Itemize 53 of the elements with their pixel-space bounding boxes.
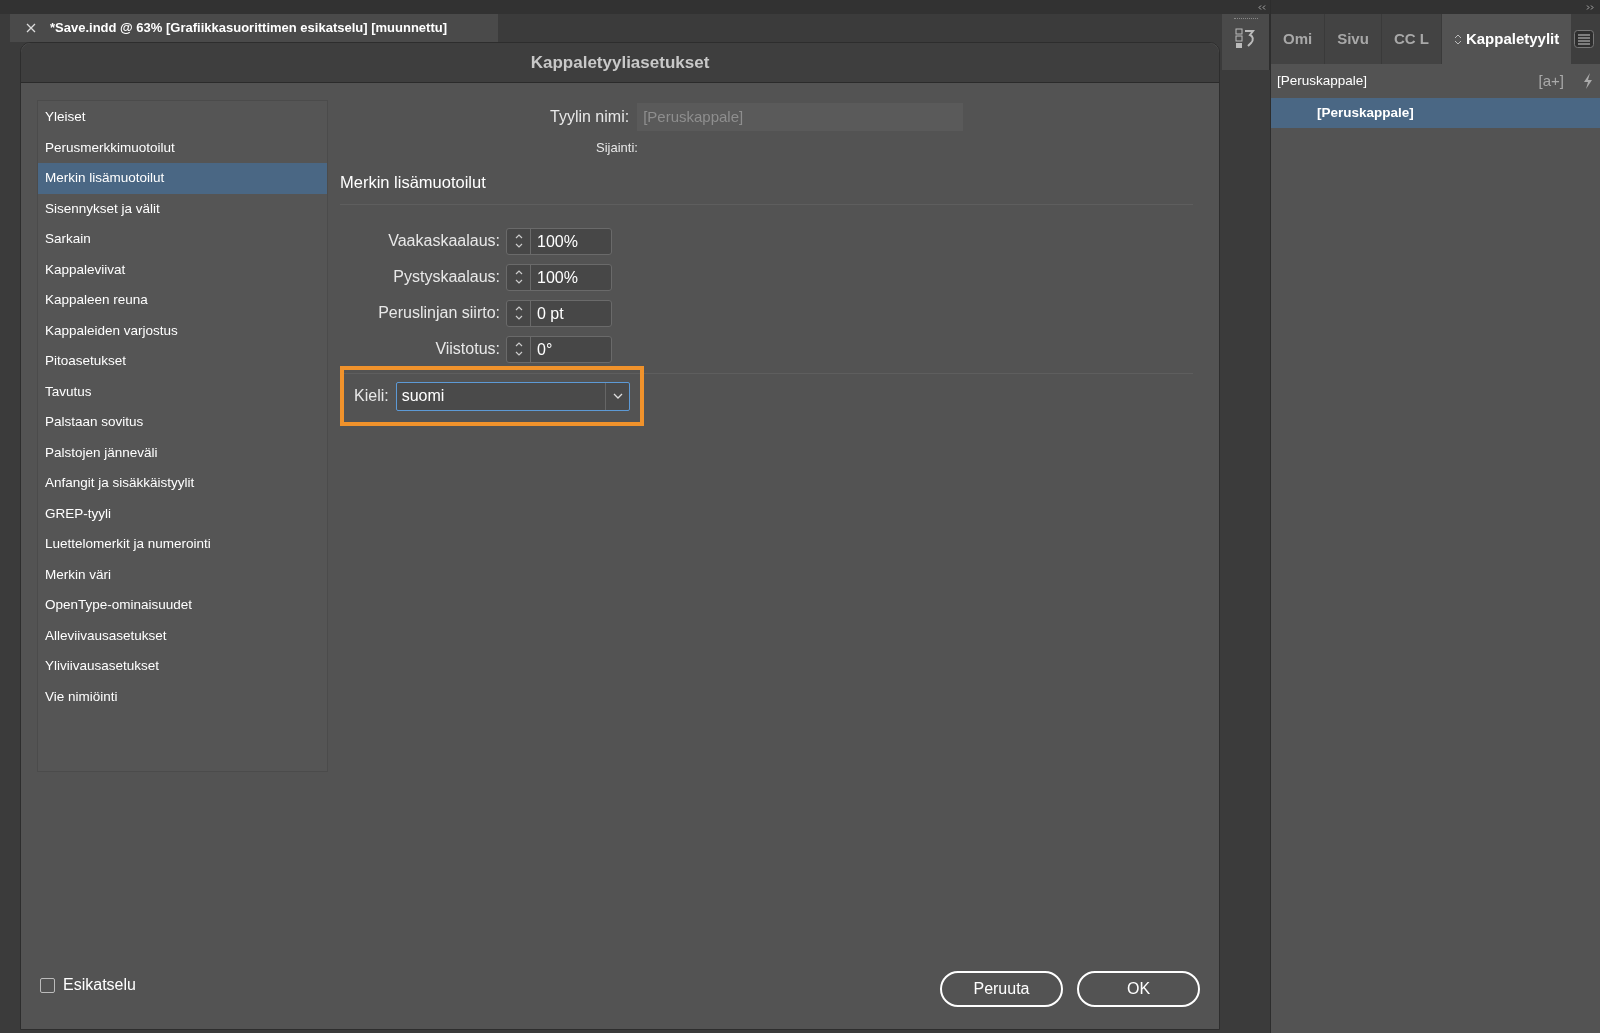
category-item[interactable]: Palstojen jänneväli [38,437,327,468]
category-item[interactable]: Kappaleen reuna [38,285,327,316]
field-label: Vaakaskaalaus: [387,231,500,252]
category-item[interactable]: Pitoasetukset [38,346,327,377]
category-item[interactable]: Alleviivausasetukset [38,620,327,651]
field-label: Pystyskaalaus: [392,267,500,288]
category-item[interactable]: Vie nimiöinti [38,681,327,712]
category-item[interactable]: GREP-tyyli [38,498,327,529]
category-item[interactable]: Sarkain [38,224,327,255]
styles-panel-icon[interactable] [1234,27,1257,51]
category-item[interactable]: OpenType-ominaisuudet [38,590,327,621]
close-icon[interactable] [26,23,36,33]
category-item[interactable]: Luettelomerkit ja numerointi [38,529,327,560]
category-item[interactable]: Perusmerkkimuotoilut [38,132,327,163]
number-field[interactable]: 100% [506,227,612,255]
style-group-label: [Peruskappale] [1277,71,1369,90]
language-dropdown[interactable]: suomi [395,381,630,411]
panel-tab[interactable]: Omi [1271,14,1326,64]
section-title: Merkin lisämuotoilut [340,171,487,193]
category-item[interactable]: Merkin lisämuotoilut [38,163,327,194]
dialog-title: Kappaletyyliasetukset [530,51,710,74]
number-field[interactable]: 100% [506,263,612,291]
number-field[interactable]: 0 pt [506,299,612,327]
panel-tab[interactable]: Sivu [1325,14,1382,64]
category-item[interactable]: Tavutus [38,376,327,407]
style-item[interactable]: [Peruskappale] [1271,98,1600,128]
category-item[interactable]: Anfangit ja sisäkkäistyylit [38,468,327,499]
panel-tab[interactable]: CC L [1381,14,1442,64]
chevron-down-icon[interactable] [612,393,623,400]
updown-icon [1453,33,1462,45]
category-item[interactable]: Kappaleviivat [38,254,327,285]
category-item[interactable]: Yliviivausasetukset [38,651,327,682]
ok-button[interactable]: OK [1077,971,1200,1007]
preview-checkbox[interactable] [40,977,55,993]
panel-tab[interactable]: Kappaletyylit [1441,14,1572,64]
expand-icon[interactable] [1586,5,1594,10]
category-item[interactable]: Sisennykset ja välit [38,193,327,224]
number-field[interactable]: 0° [506,335,612,363]
category-item[interactable]: Palstaan sovitus [38,407,327,438]
category-item[interactable]: Yleiset [38,102,327,133]
field-label: Peruslinjan siirto: [377,303,500,324]
language-label: Kieli: [354,386,389,407]
category-item[interactable]: Merkin väri [38,559,327,590]
style-name-label: Tyylin nimi: [550,107,630,127]
document-tab[interactable]: *Save.indd @ 63% [Grafiikkasuorittimen esikatselu] [muunnettu] [10,14,498,42]
field-label: Viistotus: [434,339,500,360]
cancel-button[interactable]: Peruuta [940,971,1063,1007]
lightning-icon[interactable] [1582,72,1594,90]
menu-icon[interactable] [1574,30,1594,48]
collapse-icon[interactable] [1258,5,1266,10]
location-label: Sijainti: [596,139,638,157]
category-item[interactable]: Kappaleiden varjostus [38,315,327,346]
preview-label: Esikatselu [63,975,136,995]
